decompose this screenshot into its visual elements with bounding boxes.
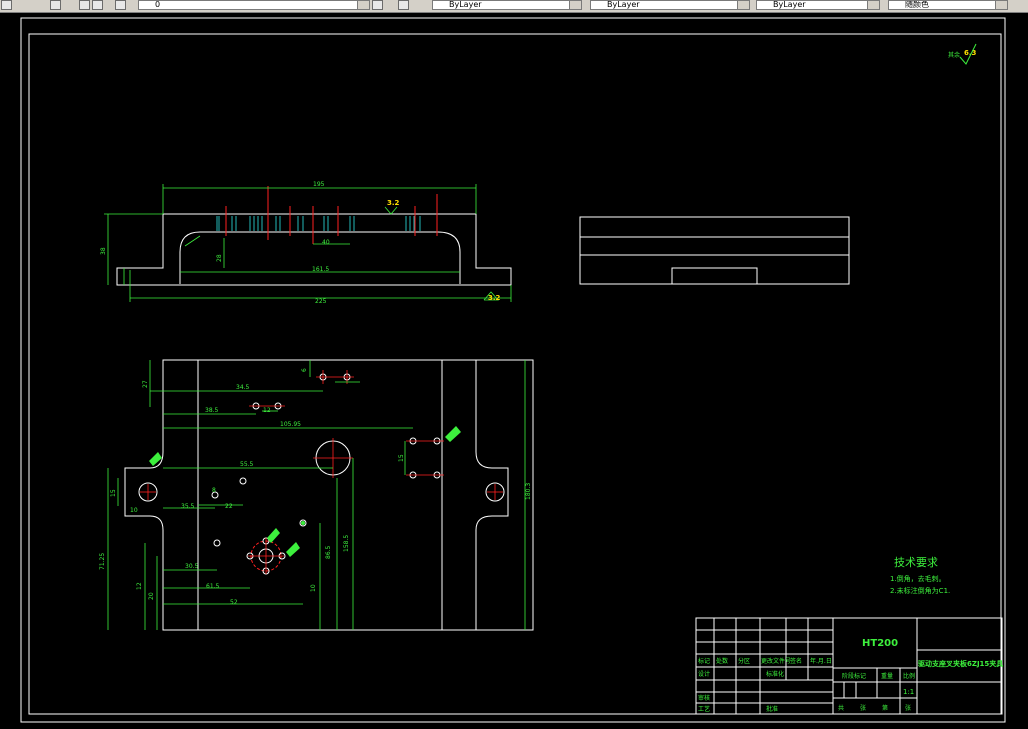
tech-line-2: 2.未标注倒角为C1. — [890, 586, 950, 595]
svg-text:12: 12 — [136, 582, 143, 590]
make-current-icon[interactable] — [372, 0, 383, 10]
svg-text:阶段标记: 阶段标记 — [842, 672, 866, 680]
plotstyle-value: 随颜色 — [905, 0, 929, 9]
outer-frame — [20, 17, 1006, 723]
svg-text:更改文件号: 更改文件号 — [761, 657, 791, 665]
svg-text:10: 10 — [310, 584, 317, 592]
svg-text:105.95: 105.95 — [280, 421, 301, 428]
svg-text:比例: 比例 — [903, 672, 915, 680]
svg-text:设计: 设计 — [698, 670, 710, 678]
svg-text:10: 10 — [130, 507, 138, 514]
svg-text:标准化: 标准化 — [766, 670, 784, 678]
roughness-top: 3.2 — [387, 199, 400, 207]
sun-icon[interactable] — [92, 0, 103, 10]
svg-text:180.3: 180.3 — [525, 483, 532, 500]
lock-icon[interactable] — [115, 0, 126, 10]
plotstyle-dropdown[interactable]: 随颜色 — [888, 0, 1008, 10]
dim-total: 225 — [315, 298, 327, 305]
svg-text:15: 15 — [398, 454, 405, 462]
lineweight-dropdown[interactable]: ByLayer — [756, 0, 880, 10]
svg-text:35.5: 35.5 — [181, 503, 195, 510]
roughness-label: 其余 — [948, 51, 960, 59]
chevron-down-icon[interactable] — [569, 1, 581, 9]
svg-text:张: 张 — [905, 704, 911, 712]
svg-text:22: 22 — [225, 503, 233, 510]
dim-inner: 161.5 — [312, 266, 329, 273]
chevron-down-icon[interactable] — [867, 1, 879, 9]
linetype-value: ByLayer — [607, 0, 640, 9]
svg-text:34.5: 34.5 — [236, 384, 250, 391]
svg-text:12: 12 — [263, 407, 271, 414]
svg-text:71.25: 71.25 — [99, 553, 106, 570]
svg-text:共: 共 — [838, 704, 844, 712]
layer-state-icon[interactable] — [50, 0, 61, 10]
scale-label: 1:1 — [903, 688, 914, 696]
drawing-canvas[interactable]: 其余 6.3 195 161.5 225 38 28 40 3.2 3.2 27… — [0, 12, 1028, 729]
svg-text:工艺: 工艺 — [698, 705, 710, 713]
svg-text:52: 52 — [230, 599, 238, 606]
color-dropdown[interactable]: ByLayer — [432, 0, 582, 10]
svg-text:审核: 审核 — [698, 694, 710, 702]
chevron-down-icon[interactable] — [995, 1, 1007, 9]
part-name: 驱动支座叉夹板6ZJ15夹具 — [918, 659, 1003, 668]
svg-text:批准: 批准 — [766, 705, 778, 713]
svg-text:张: 张 — [860, 704, 866, 712]
svg-text:86.5: 86.5 — [325, 545, 332, 559]
tech-line-1: 1.倒角，去毛刺。 — [890, 574, 946, 583]
bulb-icon[interactable] — [79, 0, 90, 10]
svg-text:61.5: 61.5 — [206, 583, 220, 590]
svg-text:年.月.日: 年.月.日 — [810, 657, 832, 665]
svg-text:6: 6 — [301, 368, 308, 372]
svg-text:重量: 重量 — [881, 672, 893, 680]
detail-table — [579, 216, 850, 285]
dim-depth: 28 — [216, 254, 223, 262]
svg-text:20: 20 — [148, 592, 155, 600]
svg-text:分区: 分区 — [738, 657, 750, 665]
svg-text:标记: 标记 — [698, 657, 710, 665]
color-value: ByLayer — [449, 0, 482, 9]
title-block: 标记 处数 分区 更改文件号 签名 年.月.日 设计 标准化 阶段标记 重量 比… — [695, 617, 1003, 715]
dim-overall: 195 — [313, 181, 325, 188]
svg-text:27: 27 — [142, 380, 149, 388]
svg-text:签名: 签名 — [790, 657, 802, 665]
layer-value: 0 — [155, 0, 161, 9]
material-label: HT200 — [862, 638, 898, 649]
top-view[interactable]: 195 161.5 225 38 28 40 3.2 3.2 — [100, 181, 512, 305]
leader-flags — [149, 426, 461, 557]
tech-title: 技术要求 — [894, 556, 938, 569]
layer-dropdown[interactable]: 0 — [138, 0, 370, 10]
inner-frame — [28, 33, 1002, 715]
plan-view[interactable]: 27 34.5 38.5 12 105.95 55.5 35.5 22 30.5… — [99, 359, 534, 631]
tech-requirements: 技术要求 1.倒角，去毛刺。 2.未标注倒角为C1. — [890, 556, 950, 595]
lineweight-value: ByLayer — [773, 0, 806, 9]
roughness-bottom: 3.2 — [488, 294, 501, 302]
svg-text:8: 8 — [212, 487, 216, 494]
svg-text:处数: 处数 — [716, 657, 728, 665]
chevron-down-icon[interactable] — [737, 1, 749, 9]
hatch-sections — [216, 216, 421, 231]
dim-pos: 40 — [322, 239, 330, 246]
svg-text:30.5: 30.5 — [185, 563, 199, 570]
layer-previous-icon[interactable] — [398, 0, 409, 10]
svg-text:55.5: 55.5 — [240, 461, 254, 468]
roughness-note: 其余 6.3 — [948, 43, 977, 65]
linetype-dropdown[interactable]: ByLayer — [590, 0, 750, 10]
dim-height: 38 — [100, 247, 107, 255]
chevron-down-icon[interactable] — [357, 1, 369, 9]
layer-manager-icon[interactable] — [1, 0, 12, 10]
svg-text:15: 15 — [110, 489, 117, 497]
svg-text:第: 第 — [882, 704, 888, 712]
svg-text:158.5: 158.5 — [343, 535, 350, 552]
svg-text:38.5: 38.5 — [205, 407, 219, 414]
